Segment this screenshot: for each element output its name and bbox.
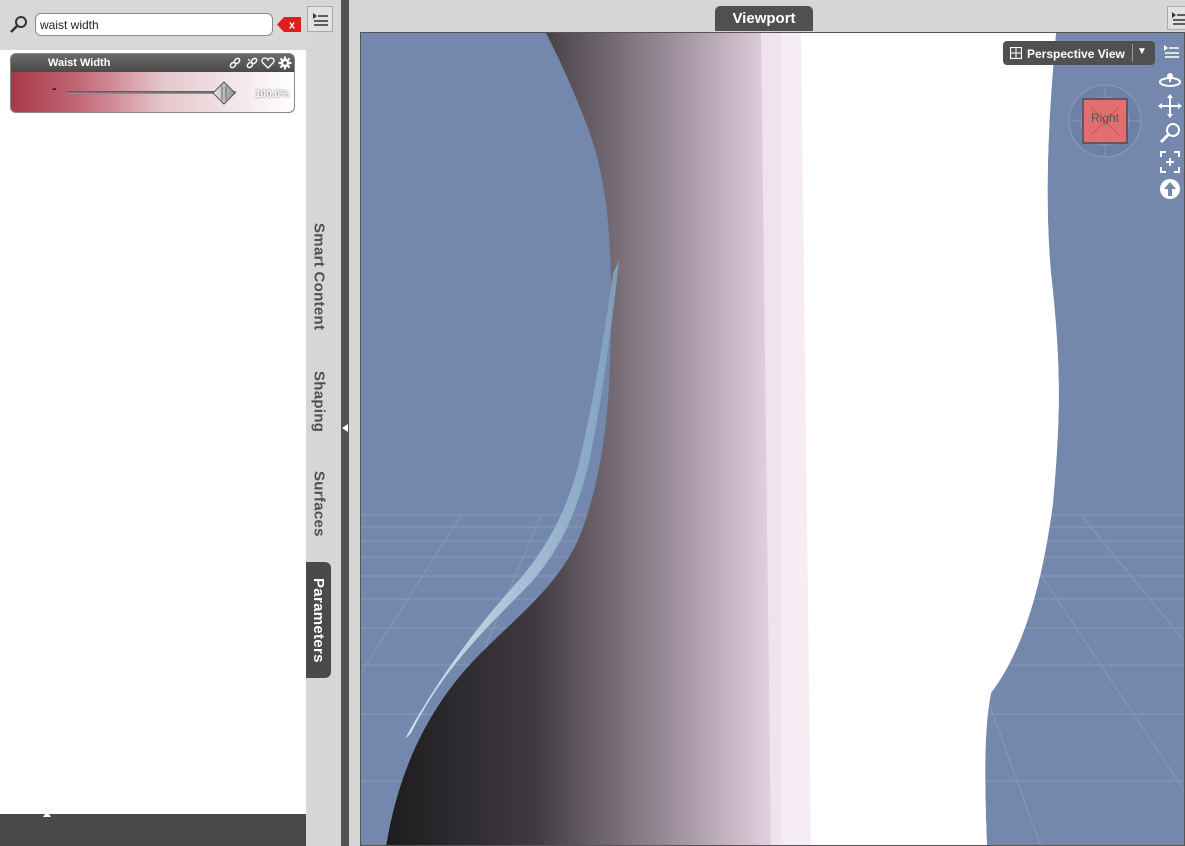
search-icon[interactable] [9,15,29,35]
zoom-icon[interactable] [1155,121,1185,147]
pane-menu-icon[interactable] [307,6,333,32]
tab-surfaces[interactable]: Surfaces [306,468,332,540]
view-mode-label: Perspective View [1027,47,1125,61]
parameter-list: Waist Width - 100.0% [0,50,307,814]
tab-parameters[interactable]: Parameters [306,562,331,678]
parameter-header: Waist Width [11,54,294,72]
3d-viewport[interactable]: Perspective View ▼ Right [360,32,1185,846]
chevron-down-icon[interactable]: ▼ [1137,46,1147,57]
pane-footer [0,811,306,846]
orbit-icon[interactable] [1155,66,1185,92]
clear-search-button[interactable]: x [277,17,301,32]
tab-smart-content[interactable]: Smart Content [306,218,332,336]
slider-minus-label: - [52,80,57,96]
pane-splitter[interactable] [341,0,349,846]
viewport-options-icon[interactable] [1155,38,1185,64]
unlink-icon[interactable] [245,56,259,70]
parameters-pane: x Waist Width [0,0,307,846]
view-cube-face-label: Right [1090,111,1119,125]
collapse-left-icon[interactable] [342,424,348,432]
tab-viewport[interactable]: Viewport [715,6,813,31]
slider-handle[interactable] [212,81,236,105]
frame-icon[interactable] [1155,149,1185,175]
view-mode-dropdown[interactable]: Perspective View ▼ [1003,41,1155,65]
search-input[interactable] [35,13,273,36]
slider-track[interactable] [66,91,236,94]
side-tab-strip: Smart Content Shaping Surfaces Parameter… [306,0,341,846]
clear-search-label: x [289,20,296,32]
pan-icon[interactable] [1155,93,1185,119]
viewport-pane-menu-icon[interactable] [1167,6,1185,30]
viewport-pane: Viewport Perspective View ▼ Right [349,0,1185,846]
expand-up-icon[interactable] [43,811,51,817]
tab-shaping[interactable]: Shaping [306,368,332,436]
parameter-value[interactable]: 100.0% [255,89,289,100]
parameter-slider-area: - 100.0% [11,72,294,112]
gear-icon[interactable] [278,56,292,70]
parameter-label: Waist Width [48,57,111,69]
layout-grid-icon [1010,47,1022,59]
home-view-icon[interactable] [1155,176,1185,202]
scene-render[interactable] [361,33,1185,846]
dropdown-divider [1132,44,1133,62]
view-cube[interactable]: Right [1067,83,1143,159]
parameter-waist-width[interactable]: Waist Width - 100.0% [11,54,294,112]
link-icon[interactable] [228,56,242,70]
favorite-heart-icon[interactable] [261,56,275,70]
search-bar: x [0,0,307,50]
